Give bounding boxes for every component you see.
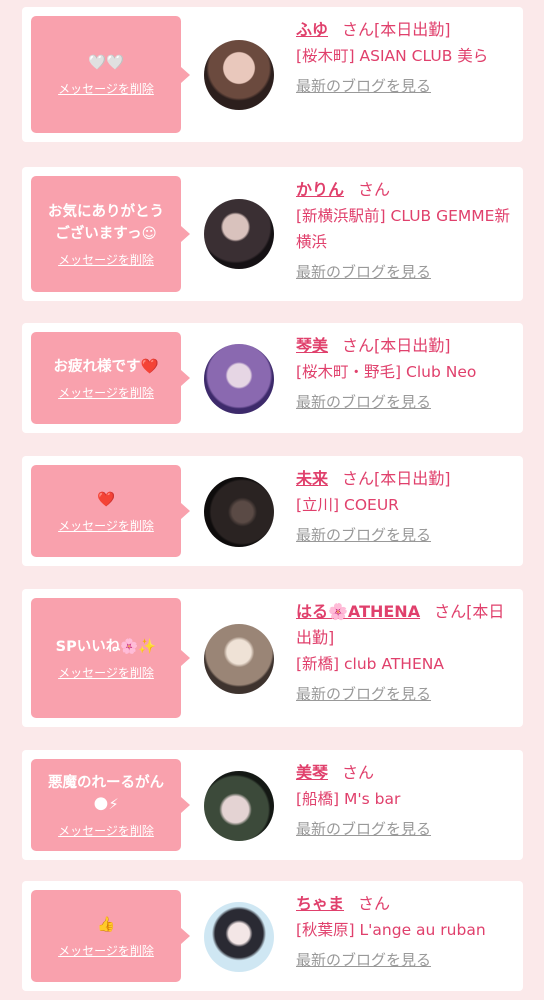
message-bubble: ❤️ メッセージを削除 [31,465,190,557]
message-text: 悪魔のれーるがん 🌑⚡ [48,774,164,813]
message-text: 🤍🤍 [87,55,125,71]
honorific: さん [342,763,375,782]
shop-label: [船橋] M's bar [296,790,401,808]
message-card: ❤️ メッセージを削除 未来 さん[本日出勤] [立川] COEUR 最新のブログ… [22,456,523,566]
shop-label: [新橋] club ATHENA [296,655,444,673]
latest-blog-link[interactable]: 最新のブログを見る [296,261,512,283]
girl-info: 美琴 さん [船橋] M's bar 最新のブログを見る [296,760,512,840]
shop-label: [桜木町] ASIAN CLUB 美ら [296,47,489,65]
message-text: SPいいね🌸✨ [55,638,157,655]
message-text: お疲れ様です❤️ [53,358,159,375]
delete-message-link[interactable]: メッセージを削除 [58,251,154,268]
message-bubble: お疲れ様です❤️ メッセージを削除 [31,332,190,424]
honorific: さん [358,180,391,199]
message-bubble: 🤍🤍 メッセージを削除 [31,16,190,133]
honorific: さん [434,602,467,621]
delete-message-link[interactable]: メッセージを削除 [58,942,154,959]
latest-blog-link[interactable]: 最新のブログを見る [296,949,512,971]
avatar[interactable] [204,902,274,972]
girl-name-link[interactable]: 美琴 [296,763,328,782]
girl-name-link[interactable]: かりん [296,180,344,199]
girl-info: はる🌸ATHENA さん[本日出勤] [新橋] club ATHENA 最新のブロ… [296,599,512,705]
message-bubble: SPいいね🌸✨ メッセージを削除 [31,598,190,718]
avatar[interactable] [204,344,274,414]
shop-label: [新横浜駅前] CLUB GEMME新横浜 [296,207,510,251]
message-card: 悪魔のれーるがん 🌑⚡ メッセージを削除 美琴 さん [船橋] M's bar 最… [22,750,523,860]
avatar[interactable] [204,199,274,269]
status-badge: [本日出勤] [374,469,451,488]
message-text: お気にありがとう ございますっ☺ [48,203,164,242]
girl-name-link[interactable]: 未来 [296,469,328,488]
honorific: さん [342,469,375,488]
delete-message-link[interactable]: メッセージを削除 [58,384,154,401]
girl-name-link[interactable]: ふゆ [296,20,328,39]
message-card: お疲れ様です❤️ メッセージを削除 琴美 さん[本日出勤] [桜木町・野毛] Cl… [22,323,523,433]
girl-name-link[interactable]: 琴美 [296,336,328,355]
message-text: 👍 [96,916,116,933]
message-list: 🤍🤍 メッセージを削除 ふゆ さん[本日出勤] [桜木町] ASIAN CLUB … [0,0,544,1000]
honorific: さん [358,894,391,913]
message-bubble: お気にありがとう ございますっ☺ メッセージを削除 [31,176,190,292]
message-bubble: 👍 メッセージを削除 [31,890,190,982]
shop-label: [桜木町・野毛] Club Neo [296,363,477,381]
delete-message-link[interactable]: メッセージを削除 [58,517,154,534]
honorific: さん [342,20,375,39]
delete-message-link[interactable]: メッセージを削除 [58,822,154,839]
girl-name-link[interactable]: ちゃま [296,894,344,913]
delete-message-link[interactable]: メッセージを削除 [58,664,154,681]
message-bubble: 悪魔のれーるがん 🌑⚡ メッセージを削除 [31,759,190,851]
honorific: さん [342,336,375,355]
status-badge: [本日出勤] [374,336,451,355]
girl-info: 琴美 さん[本日出勤] [桜木町・野毛] Club Neo 最新のブログを見る [296,333,512,413]
avatar[interactable] [204,771,274,841]
latest-blog-link[interactable]: 最新のブログを見る [296,391,512,413]
delete-message-link[interactable]: メッセージを削除 [58,80,154,97]
latest-blog-link[interactable]: 最新のブログを見る [296,818,512,840]
message-card: 👍 メッセージを削除 ちゃま さん [秋葉原] L'ange au ruban 最… [22,881,523,991]
latest-blog-link[interactable]: 最新のブログを見る [296,524,512,546]
girl-info: 未来 さん[本日出勤] [立川] COEUR 最新のブログを見る [296,466,512,546]
avatar[interactable] [204,624,274,694]
girl-info: ふゆ さん[本日出勤] [桜木町] ASIAN CLUB 美ら 最新のブログを見る [296,17,512,97]
shop-label: [秋葉原] L'ange au ruban [296,921,486,939]
status-badge: [本日出勤] [374,20,451,39]
latest-blog-link[interactable]: 最新のブログを見る [296,75,512,97]
avatar[interactable] [204,40,274,110]
girl-name-link[interactable]: はる🌸ATHENA [296,602,420,621]
message-card: SPいいね🌸✨ メッセージを削除 はる🌸ATHENA さん[本日出勤] [新橋] … [22,589,523,727]
avatar[interactable] [204,477,274,547]
message-text: ❤️ [96,491,116,508]
message-card: 🤍🤍 メッセージを削除 ふゆ さん[本日出勤] [桜木町] ASIAN CLUB … [22,7,523,142]
girl-info: かりん さん [新横浜駅前] CLUB GEMME新横浜 最新のブログを見る [296,177,512,283]
girl-info: ちゃま さん [秋葉原] L'ange au ruban 最新のブログを見る [296,891,512,971]
latest-blog-link[interactable]: 最新のブログを見る [296,683,512,705]
shop-label: [立川] COEUR [296,496,399,514]
message-card: お気にありがとう ございますっ☺ メッセージを削除 かりん さん [新横浜駅前] … [22,167,523,301]
